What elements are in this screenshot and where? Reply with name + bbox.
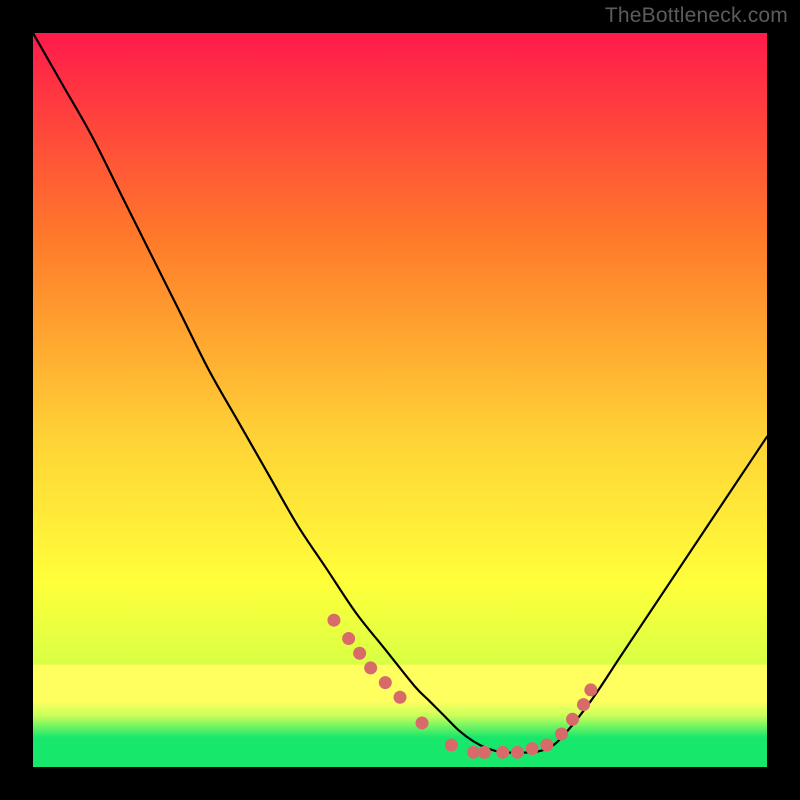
curve-marker — [526, 742, 539, 755]
curve-marker — [364, 661, 377, 674]
curve-marker — [353, 647, 366, 660]
chart-stage: TheBottleneck.com — [0, 0, 800, 800]
curve-marker — [584, 683, 597, 696]
curve-marker — [511, 746, 524, 759]
chart-background — [33, 33, 767, 767]
curve-marker — [327, 614, 340, 627]
curve-marker — [577, 698, 590, 711]
curve-marker — [566, 713, 579, 726]
chart-svg — [33, 33, 767, 767]
curve-marker — [342, 632, 355, 645]
curve-marker — [394, 691, 407, 704]
curve-marker — [416, 716, 429, 729]
curve-marker — [478, 746, 491, 759]
curve-marker — [555, 727, 568, 740]
watermark: TheBottleneck.com — [605, 4, 788, 28]
curve-marker — [540, 738, 553, 751]
curve-marker — [445, 738, 458, 751]
curve-marker — [496, 746, 509, 759]
chart-plot-area — [33, 33, 767, 767]
curve-marker — [379, 676, 392, 689]
